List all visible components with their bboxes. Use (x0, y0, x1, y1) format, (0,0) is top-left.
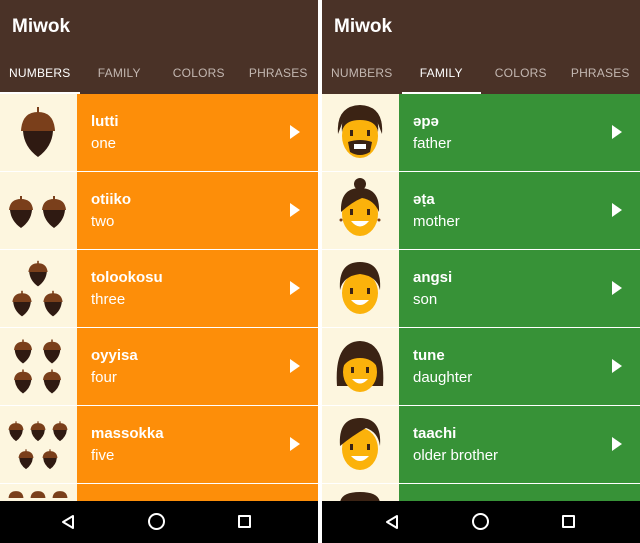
play-icon[interactable] (612, 203, 622, 217)
tab-colors[interactable]: COLORS (159, 52, 239, 94)
item-text: angsi son (399, 250, 640, 327)
numbers-screen: Miwok NUMBERS FAMILY COLORS PHRASES lutt… (0, 0, 318, 543)
play-icon[interactable] (612, 281, 622, 295)
item-text: tolookosu three (77, 250, 318, 327)
list-item[interactable]: massokka five (0, 406, 318, 484)
list-item[interactable]: tolookosu three (0, 250, 318, 328)
acorn-5-icon (0, 406, 77, 483)
tab-phrases[interactable]: PHRASES (561, 52, 640, 94)
play-icon[interactable] (612, 125, 622, 139)
son-face-icon (322, 250, 399, 327)
list-item[interactable] (0, 484, 318, 501)
play-icon[interactable] (290, 203, 300, 217)
app-title: Miwok (12, 16, 71, 37)
home-icon[interactable] (472, 513, 489, 530)
system-nav-bar (322, 501, 640, 543)
family-screen: Miwok NUMBERS FAMILY COLORS PHRASES әpә … (322, 0, 640, 543)
list-item[interactable]: әpә father (322, 94, 640, 172)
play-icon[interactable] (290, 125, 300, 139)
acorn-icon (0, 484, 77, 501)
older-brother-face-icon (322, 406, 399, 483)
play-icon[interactable] (612, 437, 622, 451)
miwok-word: otiiko (91, 191, 131, 208)
list-item[interactable]: lutti one (0, 94, 318, 172)
recent-apps-icon[interactable] (562, 515, 575, 528)
english-translation: three (91, 291, 126, 308)
tab-family[interactable]: FAMILY (401, 52, 482, 94)
item-text: taachi older brother (399, 406, 640, 483)
tab-bar: NUMBERS FAMILY COLORS PHRASES (0, 52, 318, 94)
english-translation: older brother (413, 447, 499, 464)
list-item[interactable]: taachi older brother (322, 406, 640, 484)
acorn-1-icon (0, 94, 77, 171)
home-icon[interactable] (148, 513, 165, 530)
play-icon[interactable] (290, 359, 300, 373)
item-text: otiiko two (77, 172, 318, 249)
list-item[interactable]: tune daughter (322, 328, 640, 406)
item-text (399, 484, 640, 501)
miwok-word: angsi (413, 269, 453, 286)
tab-bar: NUMBERS FAMILY COLORS PHRASES (322, 52, 640, 94)
item-text: oyyisa four (77, 328, 318, 405)
miwok-word: әṭa (413, 191, 435, 208)
acorn-2-icon (0, 172, 77, 249)
word-list[interactable]: lutti one otiiko two tolookosu three oyy… (0, 94, 318, 501)
app-title: Miwok (334, 16, 393, 37)
acorn-3-icon (0, 250, 77, 327)
tab-family[interactable]: FAMILY (80, 52, 160, 94)
father-face-icon (322, 94, 399, 171)
tab-numbers[interactable]: NUMBERS (0, 52, 80, 94)
list-item[interactable]: oyyisa four (0, 328, 318, 406)
miwok-word: taachi (413, 425, 457, 442)
app-bar: Miwok NUMBERS FAMILY COLORS PHRASES (0, 0, 318, 94)
back-icon[interactable] (60, 514, 76, 530)
english-translation: one (91, 135, 117, 152)
english-translation: son (413, 291, 438, 308)
english-translation: two (91, 213, 115, 230)
system-nav-bar (0, 501, 318, 543)
item-text: massokka five (77, 406, 318, 483)
tab-phrases[interactable]: PHRASES (239, 52, 319, 94)
play-icon[interactable] (290, 281, 300, 295)
word-list[interactable]: әpә father әṭa mother angsi son tune dau… (322, 94, 640, 501)
list-item[interactable]: otiiko two (0, 172, 318, 250)
list-item[interactable] (322, 484, 640, 501)
item-text (77, 484, 318, 501)
app-bar: Miwok NUMBERS FAMILY COLORS PHRASES (322, 0, 640, 94)
english-translation: mother (413, 213, 460, 230)
miwok-word: tolookosu (91, 269, 163, 286)
tab-numbers[interactable]: NUMBERS (322, 52, 402, 94)
english-translation: daughter (413, 369, 473, 386)
english-translation: four (91, 369, 117, 386)
miwok-word: tune (413, 347, 445, 364)
english-translation: father (413, 135, 452, 152)
mother-face-icon (322, 172, 399, 249)
miwok-word: massokka (91, 425, 164, 442)
item-text: tune daughter (399, 328, 640, 405)
daughter-face-icon (322, 328, 399, 405)
miwok-word: lutti (91, 113, 119, 130)
play-icon[interactable] (290, 437, 300, 451)
miwok-word: oyyisa (91, 347, 138, 364)
back-icon[interactable] (384, 514, 400, 530)
tab-colors[interactable]: COLORS (481, 52, 561, 94)
recent-apps-icon[interactable] (238, 515, 251, 528)
face-icon (322, 484, 399, 501)
list-item[interactable]: әṭa mother (322, 172, 640, 250)
item-text: lutti one (77, 94, 318, 171)
play-icon[interactable] (612, 359, 622, 373)
english-translation: five (91, 447, 115, 464)
item-text: әṭa mother (399, 172, 640, 249)
miwok-word: әpә (413, 113, 439, 130)
list-item[interactable]: angsi son (322, 250, 640, 328)
acorn-4-icon (0, 328, 77, 405)
item-text: әpә father (399, 94, 640, 171)
